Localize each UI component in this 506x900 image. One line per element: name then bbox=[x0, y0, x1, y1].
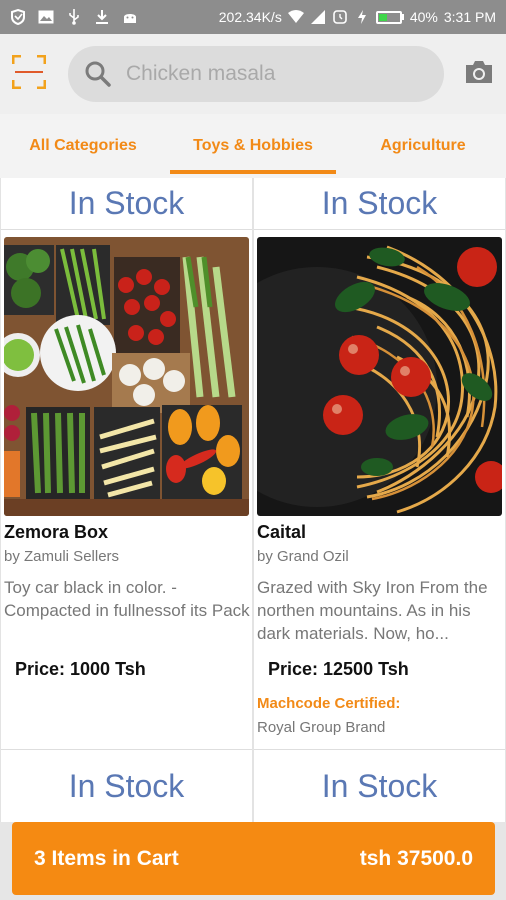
product-price: Price: 12500 Tsh bbox=[268, 659, 409, 679]
product-name[interactable]: Zemora Box bbox=[4, 522, 108, 543]
stock-status: In Stock bbox=[1, 749, 252, 822]
product-card[interactable]: In Stock bbox=[1, 178, 252, 822]
charging-icon bbox=[354, 9, 370, 25]
usb-icon bbox=[66, 9, 82, 25]
wifi-icon bbox=[287, 9, 304, 25]
product-image-spaghetti[interactable] bbox=[257, 237, 502, 516]
barcode-scan-icon bbox=[11, 54, 47, 94]
shield-icon bbox=[10, 9, 26, 25]
certification-label: Machcode Certified: bbox=[257, 695, 401, 712]
camera-button[interactable] bbox=[462, 57, 496, 91]
search-input[interactable] bbox=[126, 62, 426, 86]
tab-all-categories[interactable]: All Categories bbox=[0, 114, 166, 178]
tab-agriculture[interactable]: Agriculture bbox=[340, 114, 506, 178]
signal-icon bbox=[310, 9, 326, 25]
camera-icon bbox=[464, 59, 494, 90]
status-notification-icons bbox=[10, 9, 138, 25]
cart-total: tsh 37500.0 bbox=[359, 846, 473, 870]
product-description: Grazed with Sky Iron From the northen mo… bbox=[257, 578, 488, 643]
product-seller: by Grand Ozil bbox=[257, 548, 349, 565]
clock: 3:31 PM bbox=[443, 9, 496, 25]
battery-percent: 40% bbox=[409, 9, 438, 25]
barcode-scan-button[interactable] bbox=[0, 34, 58, 114]
status-bar: 202.34K/s 40% 3:31 PM bbox=[0, 0, 506, 34]
network-speed: 202.34K/s bbox=[218, 9, 282, 25]
product-image-vegetables[interactable] bbox=[4, 237, 249, 516]
alarm-icon bbox=[332, 9, 348, 25]
product-name[interactable]: Caital bbox=[257, 522, 306, 543]
status-system-area: 202.34K/s 40% 3:31 PM bbox=[219, 9, 496, 25]
download-icon bbox=[94, 9, 110, 25]
stock-status: In Stock bbox=[254, 749, 505, 822]
product-price: Price: 1000 Tsh bbox=[15, 659, 146, 679]
cart-items-count: 3 Items in Cart bbox=[34, 846, 179, 870]
product-description: Toy car black in color. -Compacted in fu… bbox=[4, 578, 250, 620]
battery-level bbox=[378, 13, 387, 21]
product-seller: by Zamuli Sellers bbox=[4, 548, 120, 565]
stock-status-previous: In Stock bbox=[254, 178, 505, 230]
search-bar[interactable] bbox=[68, 46, 444, 102]
image-icon bbox=[38, 9, 54, 25]
battery-icon bbox=[375, 10, 404, 24]
category-tabs: All Categories Toys & Hobbies Agricultur… bbox=[0, 114, 506, 178]
cart-button[interactable]: 3 Items in Cart tsh 37500.0 bbox=[12, 822, 495, 895]
search-icon bbox=[84, 60, 112, 88]
tab-toys-hobbies[interactable]: Toys & Hobbies bbox=[170, 114, 336, 178]
product-grid: In Stock Zemora Box by Zamuli Sellers To… bbox=[0, 178, 506, 822]
stock-status-previous: In Stock bbox=[1, 178, 252, 230]
product-card[interactable]: In Stock bbox=[254, 178, 505, 822]
top-toolbar bbox=[0, 34, 506, 114]
android-icon bbox=[122, 9, 138, 25]
product-brand: Royal Group Brand bbox=[257, 719, 386, 736]
